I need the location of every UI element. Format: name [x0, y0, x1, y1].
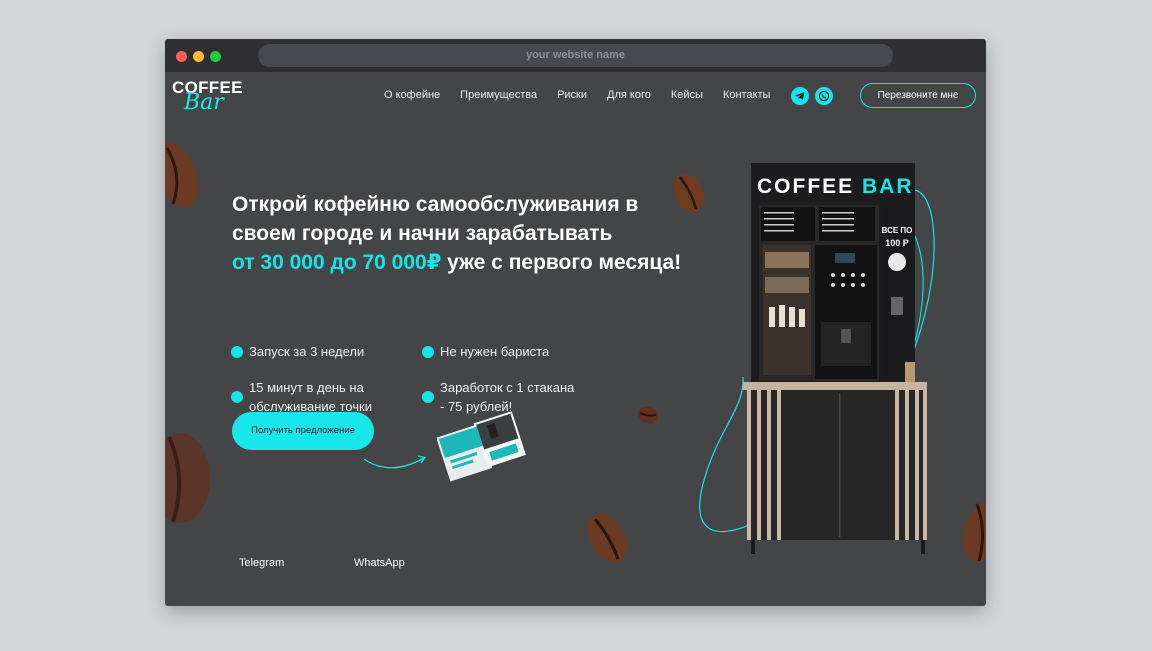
title-bar: your website name [165, 39, 986, 72]
hero-title-line2: своем городе и начни зарабатывать [232, 222, 613, 245]
bullet-icon [231, 346, 243, 358]
telegram-link[interactable]: Telegram [239, 557, 284, 569]
feature-item: Не нужен бариста [422, 342, 549, 361]
hero-title: Открой кофейню самообслуживания в своем … [232, 190, 752, 277]
feature-item: 15 минут в день на обслуживание точки [231, 378, 372, 416]
feature-text: Не нужен бариста [440, 344, 550, 359]
telegram-icon[interactable] [791, 87, 809, 105]
kiosk-price-label: ВСЕ ПО [882, 226, 913, 235]
nav-item-audience[interactable]: Для кого [607, 89, 651, 101]
coffee-bean-icon [587, 513, 627, 563]
coffee-bean-icon [638, 406, 658, 424]
feature-text: 15 минут в день на [249, 380, 364, 395]
kiosk-sign: COFFEE BAR [757, 175, 914, 198]
bullet-icon [231, 391, 243, 403]
hero-title-accent: от 30 000 до 70 000₽ [232, 251, 442, 274]
hero-title-line1: Открой кофейню самообслуживания в [232, 193, 639, 216]
arrow-icon [363, 455, 427, 469]
feature-text: Запуск за 3 недели [249, 344, 365, 359]
maximize-window-button[interactable] [210, 51, 221, 62]
coffee-bean-icon [165, 433, 210, 523]
coffee-bean-icon [962, 502, 986, 562]
get-offer-button[interactable]: Получить предложение [232, 412, 374, 450]
callback-button[interactable]: Перезвоните мне [860, 83, 976, 108]
feature-text: Заработок с 1 стакана [440, 380, 575, 395]
close-window-button[interactable] [176, 51, 187, 62]
nav-item-risks[interactable]: Риски [557, 89, 587, 101]
logo-script: Bar [184, 90, 224, 115]
feature-item: Запуск за 3 недели [231, 342, 364, 361]
bullet-icon [422, 391, 434, 403]
whatsapp-icon[interactable] [815, 87, 833, 105]
hero-title-tail: уже с первого месяца! [441, 251, 682, 274]
coffee-kiosk-image: COFFEE BAR ВСЕ ПО 100 Р [699, 163, 935, 554]
address-bar[interactable]: your website name [258, 44, 893, 67]
hero-title-line3: от 30 000 до 70 000₽ уже с первого месяц… [232, 248, 752, 277]
minimize-window-button[interactable] [193, 51, 204, 62]
nav-item-about[interactable]: О кофейне [384, 89, 440, 101]
whatsapp-link[interactable]: WhatsApp [354, 557, 405, 569]
browser-window: your website name COFFEE Bar О кофейне П… [165, 39, 986, 606]
nav-item-cases[interactable]: Кейсы [671, 89, 703, 101]
bullet-icon [422, 346, 434, 358]
logo[interactable]: COFFEE Bar [172, 78, 252, 118]
catalog-image[interactable] [437, 410, 527, 482]
page-content: COFFEE Bar О кофейне Преимущества Риски … [165, 72, 986, 606]
main-nav: О кофейне Преимущества Риски Для кого Ке… [384, 89, 770, 101]
coffee-bean-icon [165, 142, 199, 208]
kiosk-price-value: 100 Р [885, 238, 909, 248]
nav-item-contacts[interactable]: Контакты [723, 89, 771, 101]
nav-item-advantages[interactable]: Преимущества [460, 89, 537, 101]
